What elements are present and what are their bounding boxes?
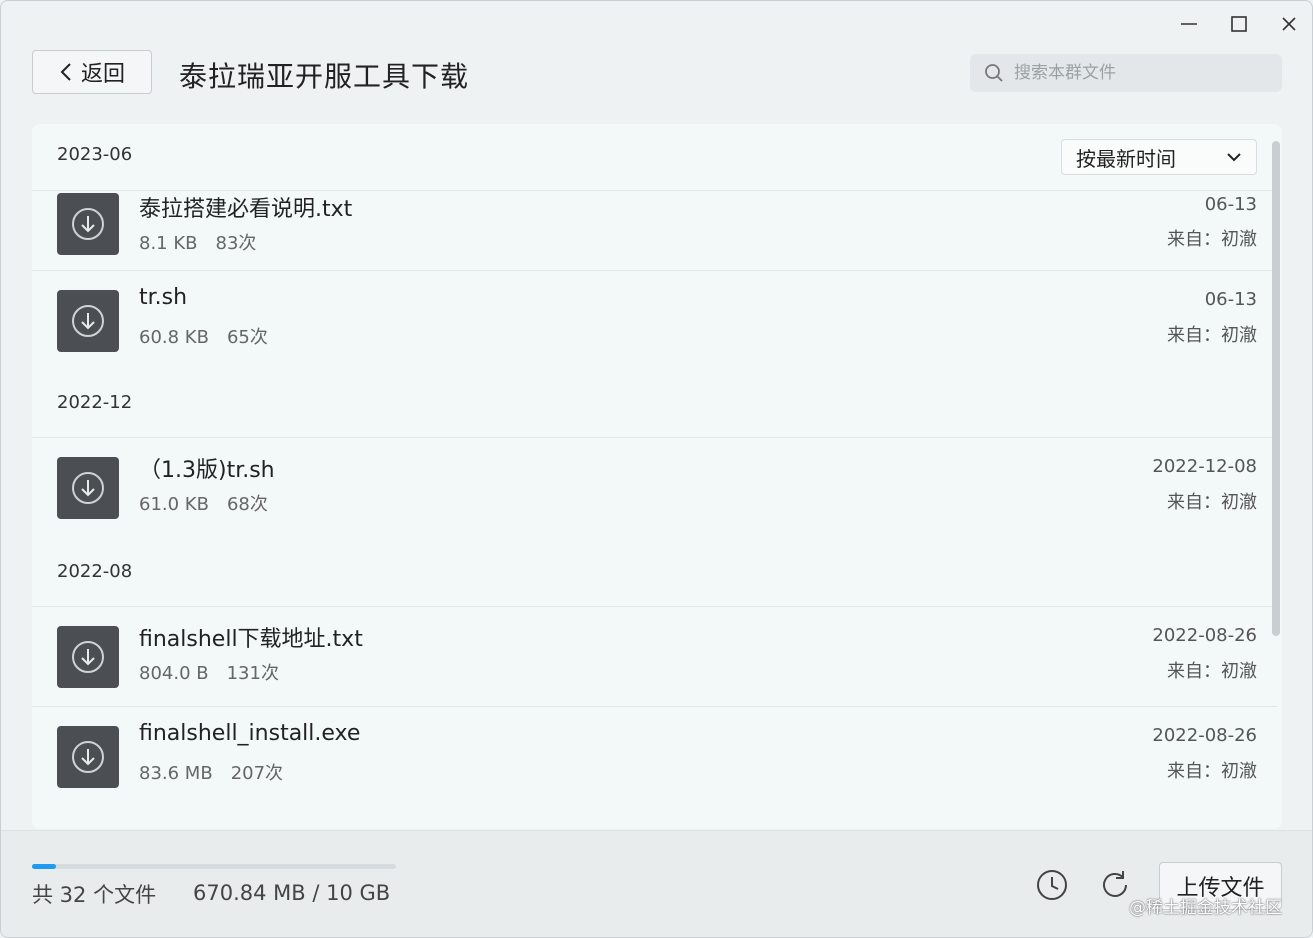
download-button[interactable] bbox=[57, 726, 119, 788]
file-size: 83.6 MB bbox=[139, 763, 213, 784]
file-downloads: 65次 bbox=[226, 327, 268, 348]
download-button[interactable] bbox=[57, 290, 119, 352]
file-date: 06-13 bbox=[1204, 194, 1257, 215]
scrollbar-thumb[interactable] bbox=[1272, 141, 1280, 636]
file-size: 8.1 KB bbox=[139, 233, 198, 254]
sort-selected-value: 按最新时间 bbox=[1076, 146, 1176, 171]
file-name[interactable]: （1.3版)tr.sh bbox=[139, 452, 275, 484]
app-window: 返回 泰拉瑞亚开服工具下载 2023-06 按最新时间 泰拉搭建必看说明.txt… bbox=[0, 0, 1313, 938]
history-icon bbox=[1037, 870, 1067, 900]
file-meta: 804.0 B 131次 bbox=[139, 659, 279, 685]
file-count: 共 32 个文件 bbox=[32, 883, 157, 907]
file-meta: 60.8 KB 65次 bbox=[139, 323, 268, 349]
file-name[interactable]: tr.sh bbox=[139, 285, 187, 310]
file-size: 804.0 B bbox=[139, 663, 209, 684]
history-button[interactable] bbox=[1034, 867, 1070, 903]
file-downloads: 207次 bbox=[230, 763, 284, 784]
file-name[interactable]: finalshell下载地址.txt bbox=[139, 621, 363, 653]
download-icon bbox=[72, 208, 104, 240]
download-button[interactable] bbox=[57, 193, 119, 255]
group-label: 2023-06 bbox=[57, 144, 133, 165]
file-date: 2022-12-08 bbox=[1152, 456, 1257, 477]
close-icon bbox=[1282, 17, 1296, 31]
back-button-label: 返回 bbox=[80, 62, 125, 87]
file-list-panel: 2023-06 按最新时间 泰拉搭建必看说明.txt 8.1 KB 83次 06-… bbox=[32, 124, 1282, 829]
back-button[interactable]: 返回 bbox=[32, 50, 152, 94]
file-size: 60.8 KB bbox=[139, 327, 209, 348]
file-downloads: 68次 bbox=[226, 494, 268, 515]
minimize-button[interactable] bbox=[1172, 9, 1206, 39]
download-button[interactable] bbox=[57, 457, 119, 519]
footer-bar: 共 32 个文件 670.84 MB / 10 GB 上传文件 bbox=[1, 831, 1312, 937]
download-icon bbox=[72, 641, 104, 673]
refresh-icon bbox=[1103, 871, 1127, 897]
file-source: 来自：初澈 bbox=[1167, 761, 1257, 782]
chevron-down-icon bbox=[1227, 153, 1241, 162]
file-date: 06-13 bbox=[1204, 289, 1257, 310]
maximize-button[interactable] bbox=[1222, 9, 1256, 39]
search-box[interactable] bbox=[970, 54, 1282, 92]
file-name[interactable]: finalshell_install.exe bbox=[139, 721, 360, 746]
search-input[interactable] bbox=[1012, 62, 1266, 84]
file-row[interactable]: finalshell下载地址.txt 804.0 B 131次 2022-08-2… bbox=[32, 606, 1277, 706]
file-downloads: 83次 bbox=[215, 233, 257, 254]
file-meta: 61.0 KB 68次 bbox=[139, 490, 268, 516]
file-meta: 83.6 MB 207次 bbox=[139, 759, 283, 785]
file-meta: 8.1 KB 83次 bbox=[139, 229, 256, 255]
download-icon bbox=[72, 305, 104, 337]
file-row[interactable]: （1.3版)tr.sh 61.0 KB 68次 2022-12-08 来自：初澈 bbox=[32, 437, 1277, 537]
group-label: 2022-12 bbox=[57, 392, 133, 413]
page-title: 泰拉瑞亚开服工具下载 bbox=[179, 60, 470, 93]
storage-usage: 670.84 MB / 10 GB bbox=[193, 881, 391, 905]
group-label: 2022-08 bbox=[57, 561, 133, 582]
file-size: 61.0 KB bbox=[139, 494, 209, 515]
file-row[interactable]: 泰拉搭建必看说明.txt 8.1 KB 83次 06-13 来自：初澈 bbox=[32, 190, 1277, 270]
file-downloads: 131次 bbox=[226, 663, 279, 684]
file-date: 2022-08-26 bbox=[1152, 725, 1257, 746]
download-icon bbox=[72, 472, 104, 504]
chevron-left-icon bbox=[60, 63, 71, 81]
file-source: 来自：初澈 bbox=[1167, 492, 1257, 513]
watermark: @稀土掘金技术社区 bbox=[1129, 898, 1282, 918]
refresh-button[interactable] bbox=[1097, 867, 1133, 903]
file-date: 2022-08-26 bbox=[1152, 625, 1257, 646]
file-name[interactable]: 泰拉搭建必看说明.txt bbox=[139, 191, 352, 223]
close-button[interactable] bbox=[1272, 9, 1306, 39]
file-row[interactable]: tr.sh 60.8 KB 65次 06-13 来自：初澈 bbox=[32, 270, 1277, 369]
minimize-icon bbox=[1181, 23, 1197, 25]
download-icon bbox=[72, 741, 104, 773]
storage-progress-bar bbox=[32, 864, 396, 869]
file-source: 来自：初澈 bbox=[1167, 661, 1257, 682]
maximize-icon bbox=[1231, 16, 1247, 32]
search-icon bbox=[985, 64, 1003, 82]
file-row[interactable]: finalshell_install.exe 83.6 MB 207次 2022-… bbox=[32, 706, 1277, 806]
storage-progress-fill bbox=[32, 864, 56, 869]
sort-dropdown[interactable]: 按最新时间 bbox=[1061, 139, 1257, 175]
file-source: 来自：初澈 bbox=[1167, 325, 1257, 346]
download-button[interactable] bbox=[57, 626, 119, 688]
file-source: 来自：初澈 bbox=[1167, 229, 1257, 250]
